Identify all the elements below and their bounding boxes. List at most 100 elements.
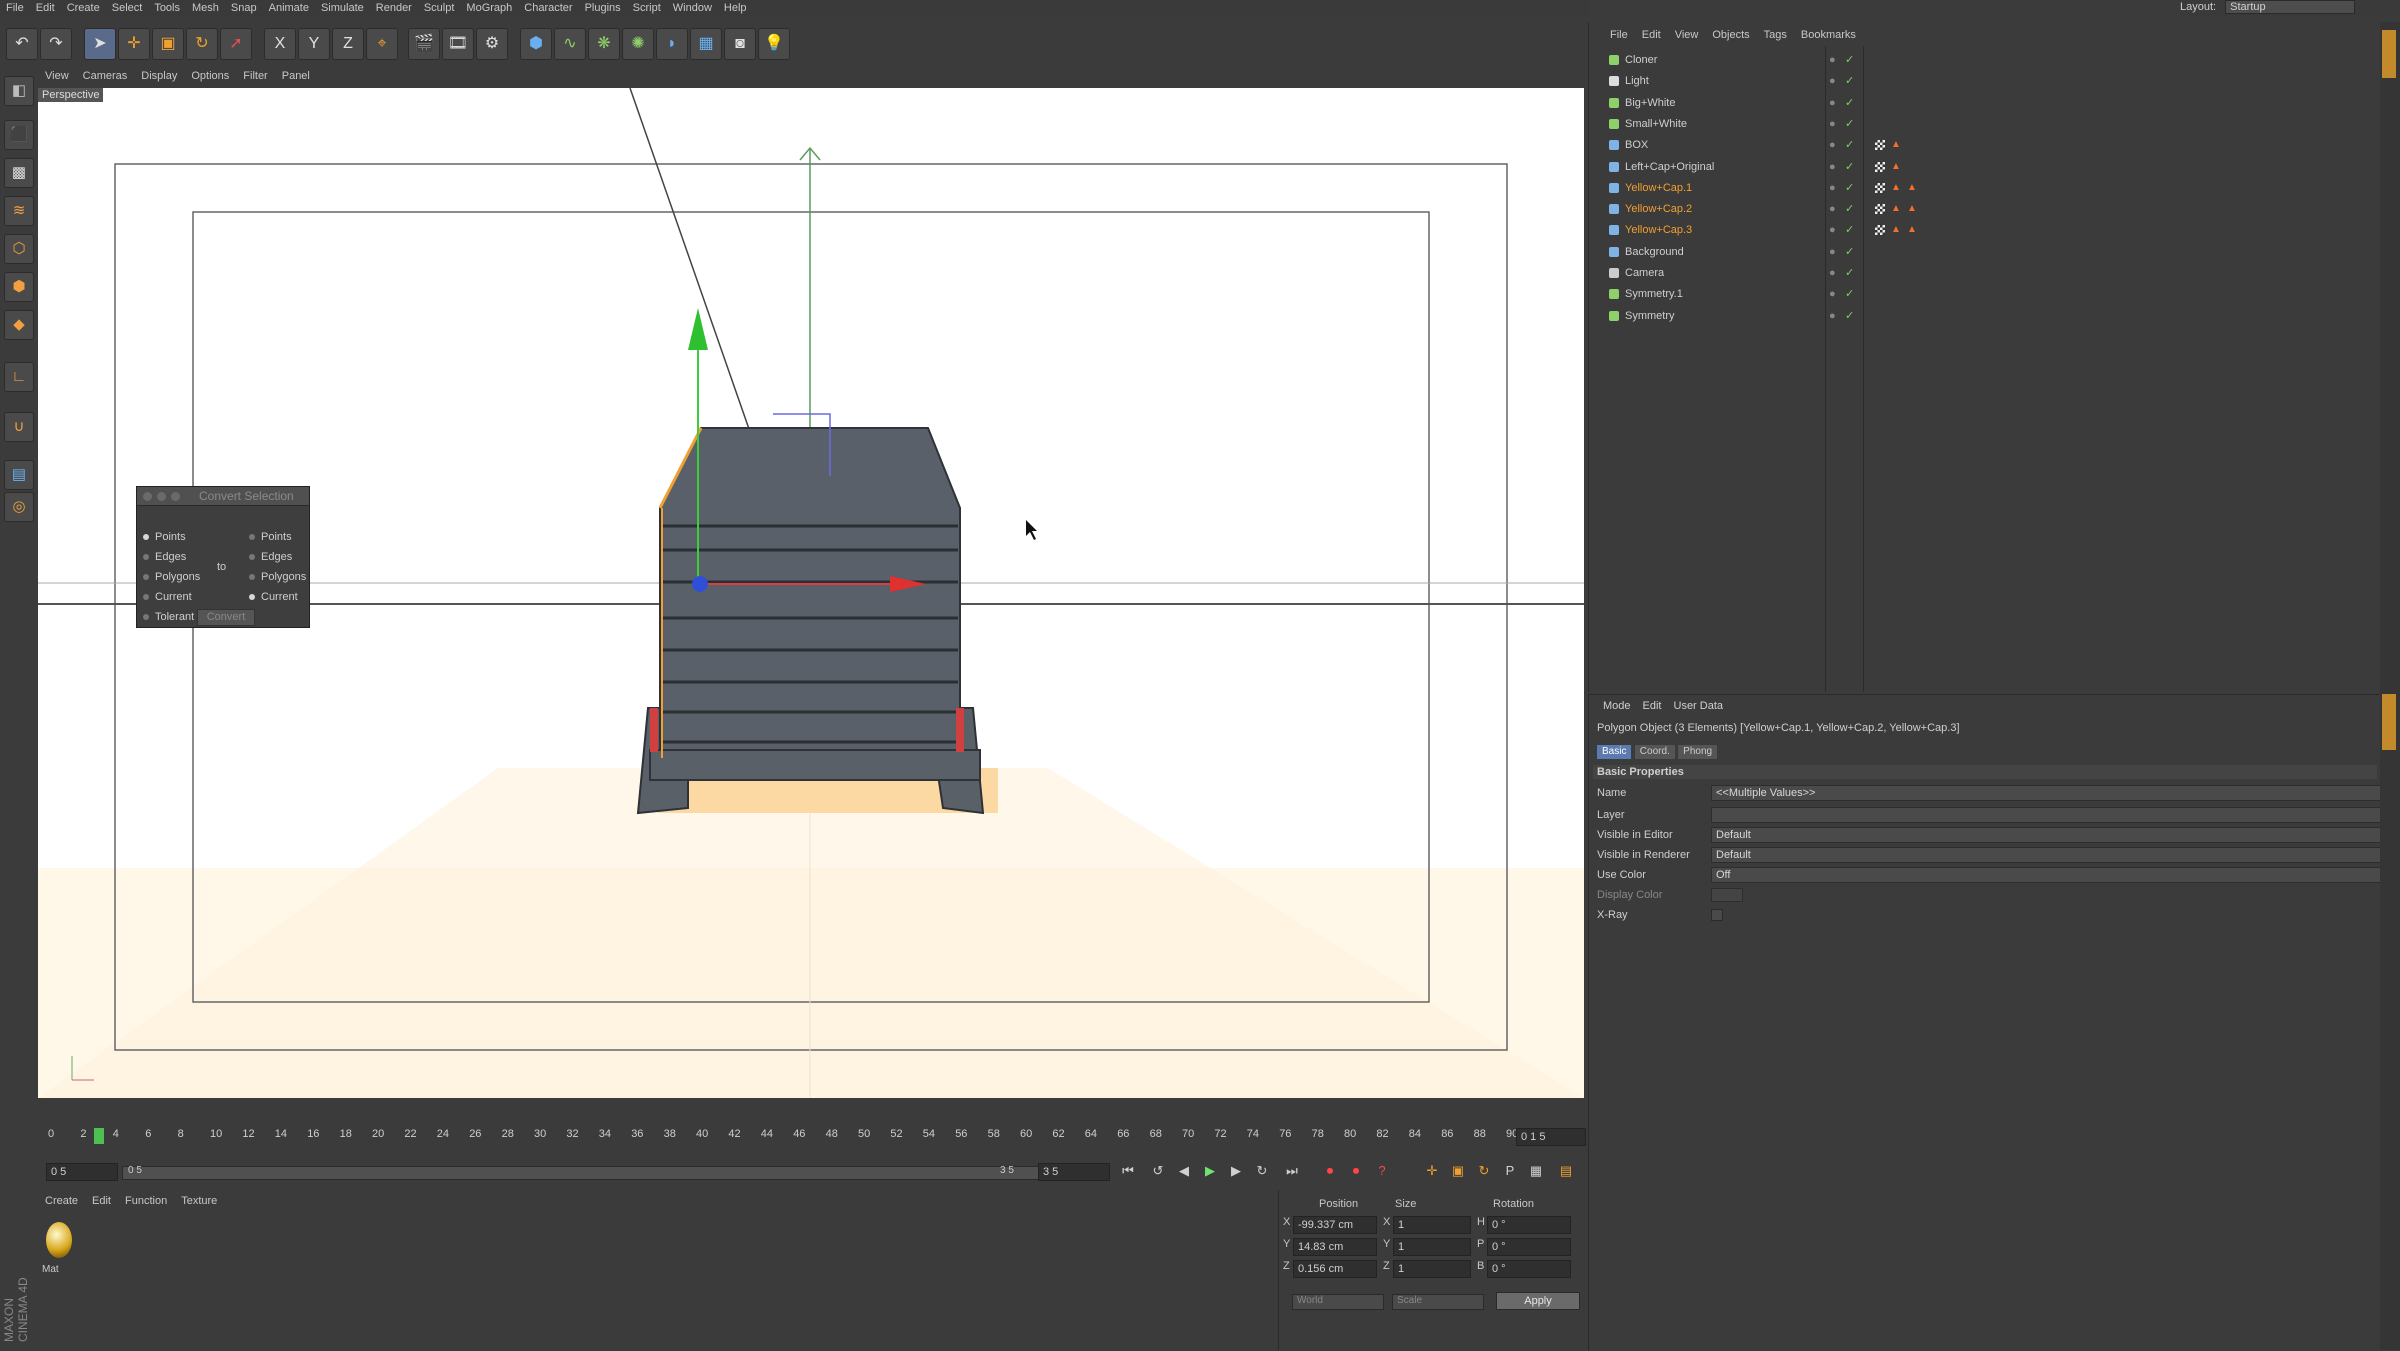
material-preview-icon[interactable] xyxy=(46,1222,72,1258)
enable-check-icon[interactable]: ✓ xyxy=(1845,242,1854,262)
viewport-menu-panel[interactable]: Panel xyxy=(275,66,317,86)
object-row[interactable]: Background ● ✓ xyxy=(1589,242,2379,262)
visibility-dot-icon[interactable]: ● xyxy=(1829,93,1836,113)
warning-tag-icon[interactable]: ▲ xyxy=(1891,140,1901,150)
record-point-level-icon[interactable]: ▦ xyxy=(1526,1161,1546,1181)
visibility-dot-icon[interactable]: ● xyxy=(1829,157,1836,177)
attribute-menu-mode[interactable]: Mode xyxy=(1597,695,1637,717)
environment-icon[interactable]: ◗ xyxy=(656,28,688,60)
floor-icon[interactable]: ▦ xyxy=(690,28,722,60)
layout-dropdown[interactable]: Startup xyxy=(2225,0,2356,14)
enable-check-icon[interactable]: ✓ xyxy=(1845,263,1854,283)
go-to-end-icon[interactable]: ⏭ xyxy=(1282,1161,1302,1181)
warning-tag-icon[interactable]: ▲ xyxy=(1891,225,1901,235)
rotation-field[interactable]: 0 ° xyxy=(1487,1216,1571,1234)
next-frame-icon[interactable]: ▶ xyxy=(1226,1161,1246,1181)
render-view-icon[interactable]: 🎬 xyxy=(408,28,440,60)
visibility-dot-icon[interactable]: ● xyxy=(1829,71,1836,91)
object-row[interactable]: Small+White ● ✓ xyxy=(1589,114,2379,134)
rotation-field[interactable]: 0 ° xyxy=(1487,1260,1571,1278)
visibility-dot-icon[interactable]: ● xyxy=(1829,242,1836,262)
viewport-menu-display[interactable]: Display xyxy=(134,66,184,86)
object-name[interactable]: BOX xyxy=(1625,135,1648,155)
from-edges-radio[interactable]: Edges xyxy=(143,551,186,563)
texture-tag-icon[interactable] xyxy=(1875,225,1885,236)
tab-phong[interactable]: Phong xyxy=(1678,745,1718,759)
render-settings-icon[interactable]: ⚙ xyxy=(476,28,508,60)
size-field[interactable]: 1 xyxy=(1393,1216,1471,1234)
texture-tag-icon[interactable] xyxy=(1875,161,1885,172)
object-name[interactable]: Left+Cap+Original xyxy=(1625,157,1714,177)
object-name[interactable]: Cloner xyxy=(1625,50,1657,70)
snap-magnet-icon[interactable]: ∪ xyxy=(4,412,34,442)
enable-check-icon[interactable]: ✓ xyxy=(1845,306,1854,326)
render-picture-viewer-icon[interactable]: 🎞 xyxy=(442,28,474,60)
x-axis-lock-button[interactable]: X xyxy=(264,28,296,60)
to-points-radio[interactable]: Points xyxy=(249,531,292,543)
visible-renderer-dropdown[interactable]: Default xyxy=(1711,847,2381,863)
locked-workplane-icon[interactable]: ◎ xyxy=(4,492,34,522)
position-field[interactable]: 0.156 cm xyxy=(1293,1260,1377,1278)
object-name[interactable]: Yellow+Cap.3 xyxy=(1625,220,1692,240)
visibility-dot-icon[interactable]: ● xyxy=(1829,263,1836,283)
menu-item-animate[interactable]: Animate xyxy=(263,1,315,15)
use-color-dropdown[interactable]: Off xyxy=(1711,867,2381,883)
tab-attributes[interactable] xyxy=(2382,694,2396,750)
enable-check-icon[interactable]: ✓ xyxy=(1845,50,1854,70)
tab-basic[interactable]: Basic xyxy=(1597,745,1632,759)
redo-icon[interactable]: ↷ xyxy=(40,28,72,60)
display-color-swatch[interactable] xyxy=(1711,888,1743,902)
viewport-menu-options[interactable]: Options xyxy=(184,66,236,86)
tolerant-checkbox[interactable]: Tolerant xyxy=(143,611,194,623)
rotation-field[interactable]: 0 ° xyxy=(1487,1238,1571,1256)
visibility-dot-icon[interactable]: ● xyxy=(1829,135,1836,155)
size-field[interactable]: 1 xyxy=(1393,1260,1471,1278)
undo-icon[interactable]: ↶ xyxy=(6,28,38,60)
size-field[interactable]: 1 xyxy=(1393,1238,1471,1256)
to-polygons-radio[interactable]: Polygons xyxy=(249,571,306,583)
polygons-mode-icon[interactable]: ◆ xyxy=(4,310,34,340)
object-row[interactable]: Light ● ✓ xyxy=(1589,71,2379,91)
object-row[interactable]: Camera ● ✓ xyxy=(1589,263,2379,283)
deformer-icon[interactable]: ✺ xyxy=(622,28,654,60)
warning-tag-icon[interactable]: ▲ xyxy=(1891,182,1901,193)
menu-item-sculpt[interactable]: Sculpt xyxy=(418,1,461,15)
workplane-icon[interactable]: ≋ xyxy=(4,196,34,226)
record-parameter-icon[interactable]: P xyxy=(1500,1161,1520,1181)
enable-check-icon[interactable]: ✓ xyxy=(1845,284,1854,304)
menu-item-help[interactable]: Help xyxy=(718,1,753,15)
object-name[interactable]: Camera xyxy=(1625,263,1664,283)
y-axis-lock-button[interactable]: Y xyxy=(298,28,330,60)
object-menu-tags[interactable]: Tags xyxy=(1757,24,1794,46)
warning-tag-icon[interactable]: ▲ xyxy=(1907,182,1917,193)
timeline-window-icon[interactable]: ▤ xyxy=(1556,1161,1576,1181)
convert-button[interactable]: Convert xyxy=(197,609,255,626)
object-menu-objects[interactable]: Objects xyxy=(1705,24,1756,46)
end-frame-field[interactable]: 3 5 xyxy=(1038,1163,1110,1181)
gizmo-y-handle[interactable] xyxy=(688,308,708,350)
menu-item-file[interactable]: File xyxy=(0,1,30,15)
material-menu-edit[interactable]: Edit xyxy=(85,1190,118,1212)
points-mode-icon[interactable]: ⬡ xyxy=(4,234,34,264)
texture-tag-icon[interactable] xyxy=(1875,140,1885,151)
material-menu-texture[interactable]: Texture xyxy=(174,1190,224,1212)
enable-check-icon[interactable]: ✓ xyxy=(1845,178,1854,198)
object-menu-bookmarks[interactable]: Bookmarks xyxy=(1794,24,1863,46)
next-key-icon[interactable]: ↻ xyxy=(1252,1161,1272,1181)
menu-item-plugins[interactable]: Plugins xyxy=(579,1,627,15)
xray-checkbox[interactable] xyxy=(1711,909,1723,921)
from-current-radio[interactable]: Current xyxy=(143,591,192,603)
enable-check-icon[interactable]: ✓ xyxy=(1845,93,1854,113)
object-row[interactable]: Left+Cap+Original ● ✓ ▲ xyxy=(1589,157,2379,177)
camera-icon[interactable]: ◙ xyxy=(724,28,756,60)
move-tool-icon[interactable]: ✛ xyxy=(118,28,150,60)
record-position-icon[interactable]: ✛ xyxy=(1422,1161,1442,1181)
attribute-menu-user-data[interactable]: User Data xyxy=(1668,695,1730,717)
start-frame-field[interactable]: 0 5 xyxy=(46,1163,118,1181)
play-icon[interactable]: ▶ xyxy=(1200,1161,1220,1181)
object-name[interactable]: Symmetry xyxy=(1625,306,1675,326)
menu-item-simulate[interactable]: Simulate xyxy=(315,1,370,15)
select-tool-icon[interactable]: ➤ xyxy=(84,28,116,60)
enable-check-icon[interactable]: ✓ xyxy=(1845,71,1854,91)
object-name[interactable]: Yellow+Cap.1 xyxy=(1625,178,1692,198)
